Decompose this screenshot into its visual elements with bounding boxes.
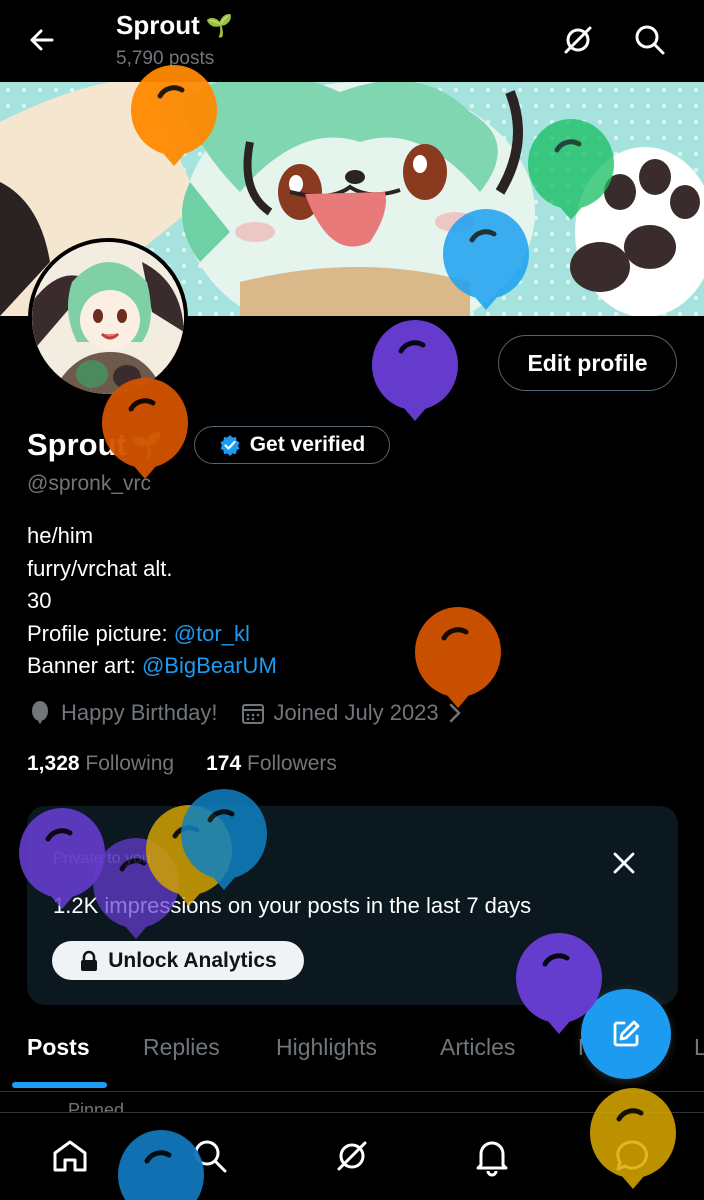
compose-button[interactable]: [581, 989, 671, 1079]
profile-header: [0, 0, 704, 82]
handle: @spronk_vrc: [27, 472, 152, 495]
bio: he/him furry/vrchat alt. 30 Profile pict…: [27, 520, 277, 683]
search-icon: [194, 1140, 227, 1173]
following-label: Following: [85, 752, 175, 775]
tab-replies[interactable]: Replies: [143, 1034, 220, 1061]
tab-highlights[interactable]: Highlights: [276, 1034, 377, 1061]
nav-home[interactable]: [49, 1135, 91, 1177]
bio-line: he/him: [27, 523, 94, 548]
nav-messages[interactable]: [612, 1135, 654, 1177]
birthday: Happy Birthday!: [27, 700, 218, 726]
active-tab-indicator: [12, 1082, 107, 1088]
analytics-card: Private to you 1.2K impressions on your …: [27, 806, 678, 1005]
joined-date[interactable]: Joined July 2023: [240, 700, 463, 726]
following-link[interactable]: 1,328 Following: [27, 752, 174, 776]
impressions-text: 1.2K impressions on your posts in the la…: [53, 893, 532, 918]
followers-link[interactable]: 174 Followers: [206, 752, 337, 776]
lock-icon: [81, 950, 98, 971]
avatar-image: [32, 242, 184, 394]
bio-line: furry/vrchat alt.: [27, 555, 173, 581]
edit-profile-button[interactable]: Edit profile: [498, 335, 677, 391]
grok-icon: [337, 1141, 367, 1171]
search-button[interactable]: [630, 20, 670, 60]
nav-search[interactable]: [189, 1135, 231, 1177]
banner-art-credit-link[interactable]: @BigBearUM: [142, 653, 277, 678]
bio-line: 30: [27, 588, 52, 613]
follow-stats: 1,328 Following 174 Followers: [27, 752, 337, 776]
header-title: Sprout 🌱: [116, 10, 233, 41]
get-verified-label: Get verified: [249, 433, 366, 456]
balloon-icon: [415, 607, 501, 708]
bio-banner-art-line: Banner art: @BigBearUM: [27, 650, 277, 683]
birthday-text: Happy Birthday!: [61, 700, 218, 725]
sprout-emoji: 🌱: [130, 429, 164, 460]
chevron-right-icon: [449, 703, 461, 723]
unlock-analytics-button[interactable]: Unlock Analytics: [52, 941, 304, 980]
nav-grok[interactable]: [331, 1135, 373, 1177]
get-verified-button[interactable]: Get verified: [194, 426, 390, 464]
followers-label: Followers: [247, 752, 337, 775]
tab-articles[interactable]: Articles: [440, 1034, 515, 1061]
balloon-icon: [32, 701, 48, 724]
back-button[interactable]: [22, 20, 62, 60]
home-icon: [53, 1140, 87, 1172]
close-button[interactable]: [610, 849, 638, 877]
display-name: Sprout 🌱: [27, 427, 163, 463]
chat-icon: [616, 1140, 648, 1171]
compose-icon: [613, 1020, 640, 1047]
balloon-icon: [372, 320, 458, 421]
profile-picture-label: Profile picture:: [27, 620, 174, 646]
tab-posts[interactable]: Posts: [27, 1034, 90, 1061]
profile-picture-credit-link[interactable]: @tor_kl: [174, 621, 250, 646]
following-count: 1,328: [27, 752, 80, 775]
post-count: 5,790 posts: [116, 48, 215, 69]
nav-notifications[interactable]: [471, 1135, 513, 1177]
calendar-icon: [241, 704, 264, 724]
search-icon: [635, 25, 665, 55]
profile-meta: Happy Birthday! Joined July 2023: [27, 700, 463, 726]
banner-art-label: Banner art:: [27, 653, 142, 678]
bell-icon: [476, 1141, 508, 1177]
joined-text: Joined July 2023: [273, 700, 439, 725]
display-name-text: Sprout: [27, 427, 127, 462]
verified-badge-icon: [220, 435, 240, 456]
bottom-navigation: [0, 1112, 704, 1200]
grok-button[interactable]: [558, 20, 598, 60]
tab-likes[interactable]: L: [694, 1034, 704, 1061]
header-name: Sprout: [116, 10, 200, 40]
avatar[interactable]: [28, 238, 188, 398]
close-icon: [613, 852, 635, 874]
arrow-left-icon: [30, 29, 54, 51]
bio-profile-picture-line: Profile picture: @tor_kl: [27, 618, 277, 651]
private-label: Private to you: [53, 850, 151, 867]
followers-count: 174: [206, 752, 242, 775]
unlock-analytics-label: Unlock Analytics: [108, 948, 277, 972]
grok-icon: [564, 26, 592, 54]
sprout-emoji: 🌱: [205, 12, 234, 38]
